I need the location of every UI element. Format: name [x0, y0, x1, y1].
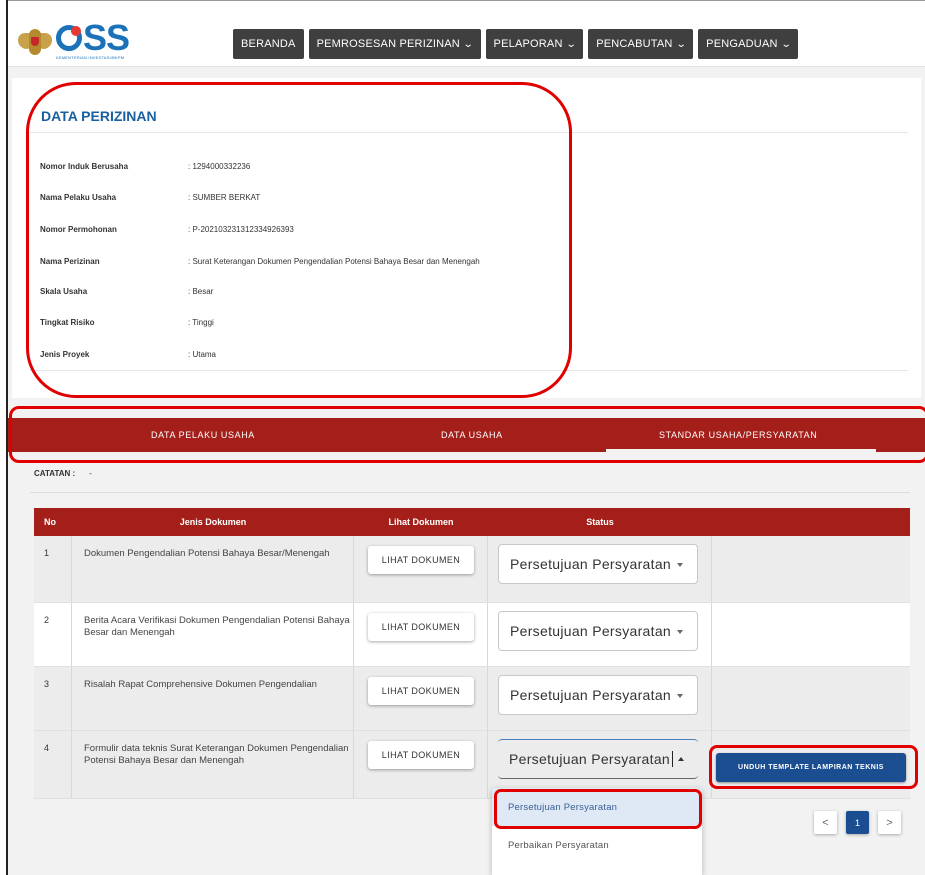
garuda-emblem-icon [18, 25, 52, 59]
status-value: Persetujuan Persyaratan [510, 687, 671, 703]
caret-down-icon [677, 630, 683, 634]
chevron-down-icon: ⌄ [780, 38, 792, 50]
chevron-down-icon: ⌄ [462, 38, 474, 50]
pagination-next-button[interactable]: > [878, 811, 901, 834]
oss-o-icon [56, 25, 82, 51]
annotation-highlight-unduh [709, 745, 918, 789]
row-jenis-dokumen: Dokumen Pengendalian Potensi Bahaya Besa… [72, 536, 354, 602]
oss-logo[interactable]: SS KEMENTERIAN INVESTASI/BKPM [18, 20, 130, 60]
chevron-down-icon: ⌄ [565, 38, 577, 50]
row-no: 1 [34, 536, 72, 602]
status-select[interactable]: Persetujuan Persyaratan [498, 611, 698, 651]
header-lihat-dokumen: Lihat Dokumen [388, 517, 454, 527]
pagination-prev-button[interactable]: < [814, 811, 837, 834]
dropdown-option-perbaikan[interactable]: Perbaikan Persyaratan [492, 826, 702, 864]
nav-label: PENGADUAN [706, 38, 778, 50]
status-select-open[interactable]: Persetujuan Persyaratan [498, 739, 698, 779]
row-jenis-dokumen: Risalah Rapat Comprehensive Dokumen Peng… [72, 667, 354, 730]
annotation-highlight-dropdown [494, 789, 702, 829]
nav-label: PENCABUTAN [596, 38, 673, 50]
status-value: Persetujuan Persyaratan [510, 623, 671, 639]
catatan-value: - [89, 469, 92, 478]
table-header: No Jenis Dokumen Lihat Dokumen Status [34, 508, 910, 536]
table-row: 3 Risalah Rapat Comprehensive Dokumen Pe… [34, 667, 910, 731]
main-nav: BERANDA PEMROSESAN PERIZINAN ⌄ PELAPORAN ⌄… [233, 29, 799, 59]
caret-down-icon [677, 563, 683, 567]
status-select[interactable]: Persetujuan Persyaratan [498, 675, 698, 715]
nav-beranda[interactable]: BERANDA [233, 29, 304, 59]
nav-pencabutan[interactable]: PENCABUTAN ⌄ [588, 29, 694, 59]
status-value: Persetujuan Persyaratan [509, 751, 670, 767]
table-row: 2 Berita Acara Verifikasi Dokumen Pengen… [34, 603, 910, 667]
row-no: 2 [34, 603, 72, 666]
status-value: Persetujuan Persyaratan [510, 556, 671, 572]
oss-wordmark: SS [56, 20, 130, 56]
header-jenis-dokumen: Jenis Dokumen [179, 517, 247, 527]
nav-label: BERANDA [241, 38, 296, 50]
row-jenis-dokumen: Formulir data teknis Surat Keterangan Do… [72, 731, 354, 798]
lihat-dokumen-button[interactable]: LIHAT DOKUMEN [368, 613, 474, 641]
status-select[interactable]: Persetujuan Persyaratan [498, 544, 698, 584]
nav-pengaduan[interactable]: PENGADUAN ⌄ [698, 29, 799, 59]
header-status: Status [586, 517, 614, 527]
chevron-down-icon: ⌄ [675, 38, 687, 50]
row-jenis-dokumen: Berita Acara Verifikasi Dokumen Pengenda… [72, 603, 354, 666]
divider [30, 492, 910, 493]
lihat-dokumen-button[interactable]: LIHAT DOKUMEN [368, 741, 474, 769]
row-no: 3 [34, 667, 72, 730]
nav-label: PEMROSESAN PERIZINAN [316, 38, 460, 50]
lihat-dokumen-button[interactable]: LIHAT DOKUMEN [368, 546, 474, 574]
top-header: SS KEMENTERIAN INVESTASI/BKPM BERANDA PE… [8, 1, 925, 67]
nav-pemrosesan-perizinan[interactable]: PEMROSESAN PERIZINAN ⌄ [308, 29, 481, 59]
caret-down-icon [677, 694, 683, 698]
annotation-highlight-oval [26, 82, 572, 398]
frame-left-edge [6, 0, 8, 875]
row-no: 4 [34, 731, 72, 798]
catatan-label: CATATAN : [34, 469, 76, 478]
lihat-dokumen-button[interactable]: LIHAT DOKUMEN [368, 677, 474, 705]
nav-label: PELAPORAN [493, 38, 563, 50]
logo-subtitle: KEMENTERIAN INVESTASI/BKPM [56, 55, 125, 60]
header-no: No [44, 517, 56, 527]
table-row: 1 Dokumen Pengendalian Potensi Bahaya Be… [34, 536, 910, 603]
annotation-highlight-tabs [9, 406, 925, 463]
caret-up-icon [678, 757, 684, 761]
catatan: CATATAN : - [34, 469, 92, 478]
text-caret [672, 751, 673, 767]
pagination: < 1 > [814, 811, 901, 834]
pagination-page-1[interactable]: 1 [846, 811, 869, 834]
nav-pelaporan[interactable]: PELAPORAN ⌄ [485, 29, 584, 59]
